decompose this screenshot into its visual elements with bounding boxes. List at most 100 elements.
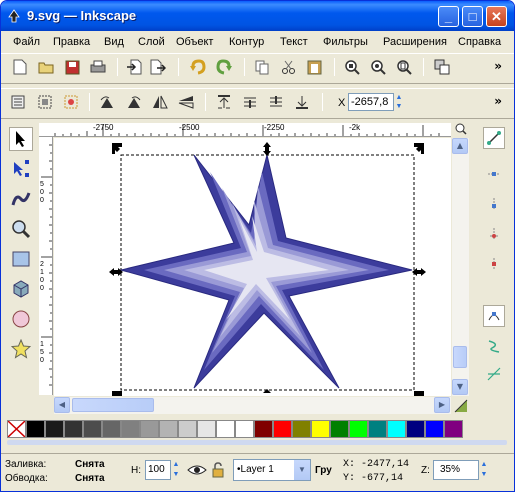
- scroll-left-icon[interactable]: ◀: [54, 397, 70, 413]
- node-tool-icon[interactable]: [9, 157, 33, 181]
- color-swatch[interactable]: [425, 420, 444, 438]
- flip-vertical-icon[interactable]: [177, 93, 195, 111]
- layer-dropdown[interactable]: •Layer 1 ▼: [233, 459, 311, 481]
- zoom-page-icon[interactable]: [395, 58, 413, 76]
- zoom-drawing-icon[interactable]: [369, 58, 387, 76]
- color-swatch[interactable]: [368, 420, 387, 438]
- snap-bbox-edges-icon[interactable]: [483, 193, 505, 215]
- undo-icon[interactable]: [189, 58, 207, 76]
- save-icon[interactable]: [63, 58, 81, 76]
- 3d-box-tool-icon[interactable]: [9, 277, 33, 301]
- x-spin-buttons[interactable]: ▲ ▼: [394, 93, 404, 111]
- scroll-right-icon[interactable]: ▶: [434, 397, 450, 413]
- zoom-corner-icon[interactable]: [453, 123, 469, 137]
- duplicate-icon[interactable]: [433, 58, 451, 76]
- chevron-down-icon[interactable]: ▼: [294, 460, 310, 480]
- color-swatch[interactable]: [387, 420, 406, 438]
- snap-nodes-icon[interactable]: [483, 305, 505, 327]
- menu-object[interactable]: Объект: [176, 36, 213, 48]
- select-all-layers-icon[interactable]: [36, 93, 54, 111]
- menu-text[interactable]: Текст: [280, 36, 308, 48]
- lower-icon[interactable]: [267, 93, 285, 111]
- color-swatch[interactable]: [349, 420, 368, 438]
- print-icon[interactable]: [89, 58, 107, 76]
- vertical-scrollbar[interactable]: ▲ ▼: [452, 138, 469, 396]
- menu-edit[interactable]: Правка: [53, 36, 90, 48]
- color-swatch[interactable]: [45, 420, 64, 438]
- palette-scrollbar[interactable]: [7, 440, 507, 445]
- deselect-icon[interactable]: [62, 93, 80, 111]
- ellipse-tool-icon[interactable]: [9, 307, 33, 331]
- vertical-scroll-thumb[interactable]: [453, 346, 467, 368]
- minimize-button[interactable]: _: [438, 6, 459, 27]
- zoom-spin[interactable]: ▲ ▼: [479, 460, 489, 480]
- color-swatch[interactable]: [330, 420, 349, 438]
- redo-icon[interactable]: [215, 58, 233, 76]
- visibility-eye-icon[interactable]: [187, 462, 207, 478]
- color-swatch[interactable]: [83, 420, 102, 438]
- color-swatch[interactable]: [254, 420, 273, 438]
- menu-view[interactable]: Вид: [104, 36, 124, 48]
- export-icon[interactable]: [149, 58, 167, 76]
- rectangle-tool-icon[interactable]: [9, 247, 33, 271]
- color-swatch[interactable]: [102, 420, 121, 438]
- zoom-tool-icon[interactable]: [9, 217, 33, 241]
- maximize-button[interactable]: □: [462, 6, 483, 27]
- color-swatch[interactable]: [64, 420, 83, 438]
- color-swatch[interactable]: [178, 420, 197, 438]
- paste-icon[interactable]: [305, 58, 323, 76]
- color-swatch[interactable]: [140, 420, 159, 438]
- open-folder-icon[interactable]: [37, 58, 55, 76]
- color-swatch[interactable]: [292, 420, 311, 438]
- lock-icon[interactable]: [211, 462, 225, 478]
- rotate-cw-icon[interactable]: [125, 93, 143, 111]
- raise-icon[interactable]: [241, 93, 259, 111]
- close-button[interactable]: ✕: [486, 6, 507, 27]
- menu-path[interactable]: Контур: [229, 36, 264, 48]
- opacity-input[interactable]: 100: [145, 460, 171, 480]
- color-swatch[interactable]: [311, 420, 330, 438]
- color-swatch[interactable]: [26, 420, 45, 438]
- flip-horizontal-icon[interactable]: [151, 93, 169, 111]
- x-coordinate-input[interactable]: -2657,8: [348, 93, 394, 111]
- lower-to-bottom-icon[interactable]: [293, 93, 311, 111]
- cut-icon[interactable]: [279, 58, 297, 76]
- scroll-up-icon[interactable]: ▲: [452, 138, 468, 154]
- rotate-ccw-icon[interactable]: [98, 93, 116, 111]
- snap-intersections-icon[interactable]: [483, 363, 505, 385]
- copy-icon[interactable]: [253, 58, 271, 76]
- import-icon[interactable]: [125, 58, 143, 76]
- color-swatch[interactable]: [273, 420, 292, 438]
- selector-tool-icon[interactable]: [9, 127, 33, 151]
- menu-help[interactable]: Справка: [458, 36, 501, 48]
- color-management-icon[interactable]: [453, 398, 469, 414]
- tweak-tool-icon[interactable]: [9, 187, 33, 211]
- controls-overflow-button[interactable]: »: [494, 94, 502, 108]
- no-paint-swatch[interactable]: [7, 420, 26, 438]
- menu-file[interactable]: Файл: [13, 36, 40, 48]
- stroke-value[interactable]: Снята: [75, 473, 105, 484]
- select-all-icon[interactable]: [9, 93, 27, 111]
- raise-to-top-icon[interactable]: [215, 93, 233, 111]
- color-swatch[interactable]: [159, 420, 178, 438]
- snap-bbox-icon[interactable]: [483, 163, 505, 185]
- snap-bbox-corners-icon[interactable]: [483, 223, 505, 245]
- zoom-selection-icon[interactable]: [343, 58, 361, 76]
- scroll-down-icon[interactable]: ▼: [452, 379, 468, 395]
- enable-snapping-icon[interactable]: [483, 127, 505, 149]
- menu-layer[interactable]: Слой: [138, 36, 165, 48]
- snap-paths-icon[interactable]: [483, 335, 505, 357]
- new-document-icon[interactable]: [11, 58, 29, 76]
- color-swatch[interactable]: [216, 420, 235, 438]
- horizontal-scroll-thumb[interactable]: [72, 398, 154, 412]
- toolbar-overflow-button[interactable]: »: [494, 59, 502, 73]
- color-swatch[interactable]: [444, 420, 463, 438]
- color-swatch[interactable]: [197, 420, 216, 438]
- color-swatch[interactable]: [406, 420, 425, 438]
- horizontal-scrollbar[interactable]: ◀ ▶: [54, 397, 451, 414]
- snap-bbox-midpoints-icon[interactable]: [483, 253, 505, 275]
- zoom-input[interactable]: 35%: [433, 460, 479, 480]
- drawing-canvas[interactable]: [54, 138, 451, 396]
- color-swatch[interactable]: [121, 420, 140, 438]
- star-tool-icon[interactable]: [9, 337, 33, 361]
